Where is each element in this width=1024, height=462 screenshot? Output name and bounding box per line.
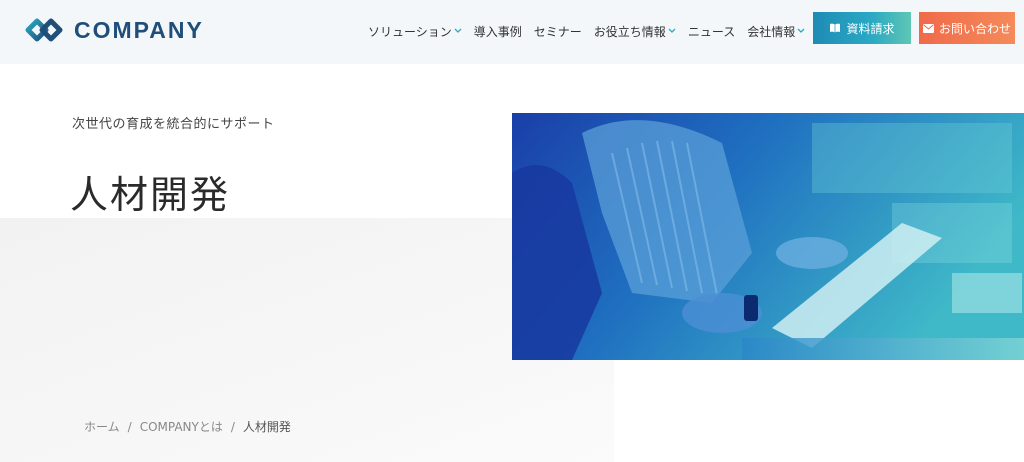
breadcrumb-home[interactable]: ホーム bbox=[84, 418, 120, 435]
envelope-icon bbox=[922, 23, 934, 33]
nav-item-news[interactable]: ニュース bbox=[688, 23, 735, 40]
breadcrumb: ホーム / COMPANYとは / 人材開発 bbox=[84, 418, 291, 435]
nav-label: ニュース bbox=[687, 24, 736, 39]
request-documents-label: 資料請求 bbox=[846, 21, 895, 36]
logo-text: COMPANY bbox=[74, 16, 204, 43]
contact-button[interactable]: お問い合わせ bbox=[919, 12, 1015, 44]
contact-label: お問い合わせ bbox=[938, 21, 1011, 36]
breadcrumb-separator: / bbox=[127, 419, 132, 434]
chevron-down-icon bbox=[454, 28, 462, 33]
logo-mark-icon bbox=[25, 18, 63, 42]
request-documents-button[interactable]: 資料請求 bbox=[813, 12, 911, 44]
nav-item-case-studies[interactable]: 導入事例 bbox=[474, 23, 522, 40]
hero-photo-illustration bbox=[512, 113, 1024, 360]
nav-label: お役立ち情報 bbox=[593, 24, 666, 39]
hero-image bbox=[512, 113, 1024, 360]
breadcrumb-separator: / bbox=[230, 419, 235, 434]
nav-item-resources[interactable]: お役立ち情報 bbox=[594, 23, 676, 40]
chevron-down-icon bbox=[797, 28, 805, 33]
nav-item-solutions[interactable]: ソリューション bbox=[368, 23, 462, 40]
nav-item-seminars[interactable]: セミナー bbox=[534, 23, 582, 40]
breadcrumb-parent[interactable]: COMPANYとは bbox=[140, 418, 223, 435]
nav-label: ソリューション bbox=[368, 24, 452, 39]
hero-tagline: 次世代の育成を統合的にサポート bbox=[72, 117, 275, 132]
nav-label: セミナー bbox=[533, 24, 582, 39]
main-nav: ソリューション 導入事例 セミナー お役立ち情報 ニュース 会社情報 bbox=[368, 21, 805, 41]
breadcrumb-current: 人材開発 bbox=[242, 420, 291, 434]
site-header: COMPANY ソリューション 導入事例 セミナー お役立ち情報 ニュース 会社… bbox=[0, 0, 1024, 64]
company-logo[interactable]: COMPANY bbox=[24, 14, 204, 46]
nav-item-company-info[interactable]: 会社情報 bbox=[747, 23, 805, 40]
page-title: 人材開発 bbox=[70, 173, 231, 217]
nav-label: 会社情報 bbox=[747, 24, 796, 39]
chevron-down-icon bbox=[668, 28, 676, 33]
nav-label: 導入事例 bbox=[473, 24, 522, 39]
book-icon bbox=[830, 23, 841, 33]
